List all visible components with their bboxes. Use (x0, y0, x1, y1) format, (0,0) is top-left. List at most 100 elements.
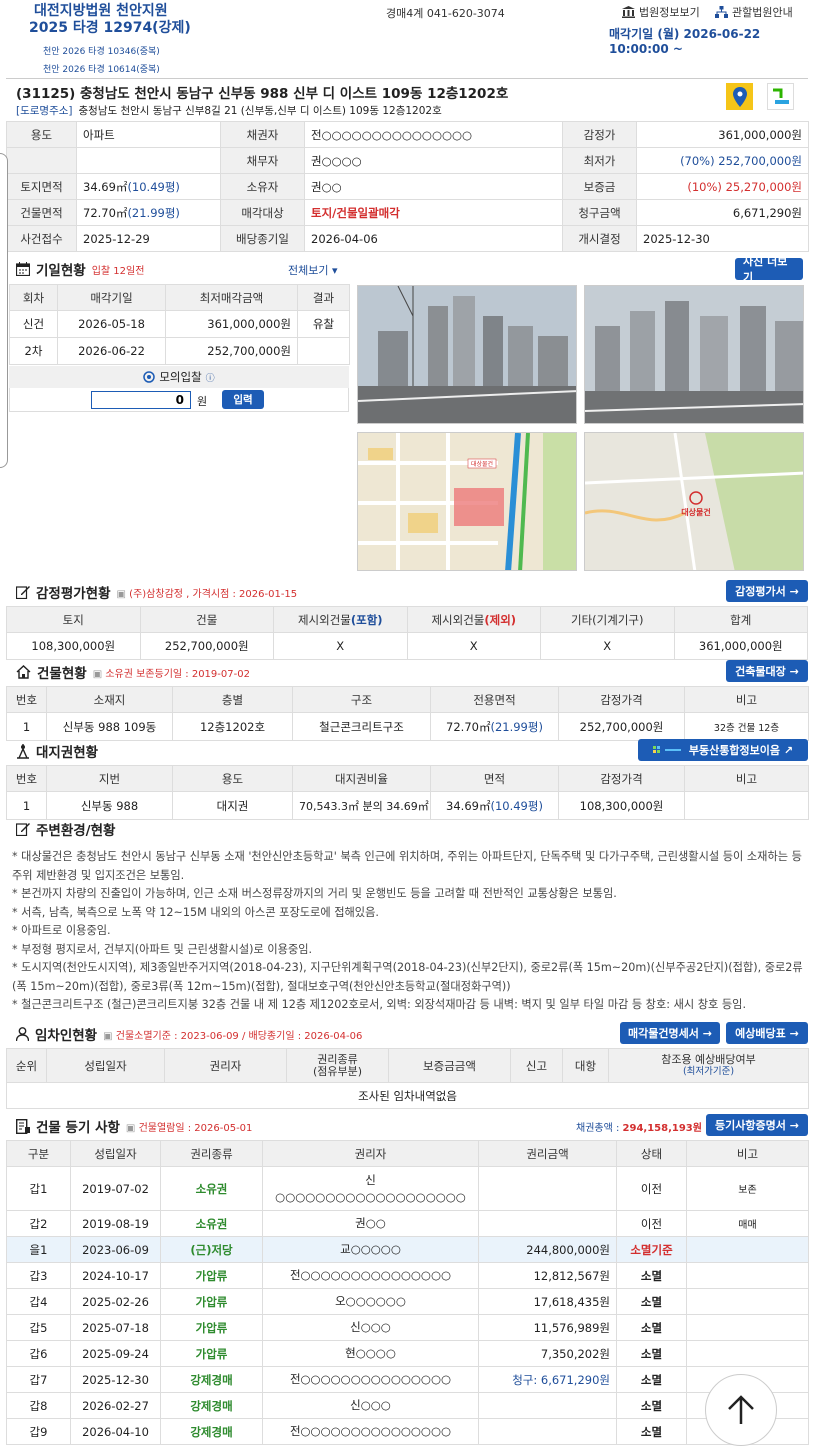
location-map[interactable]: 대상물건 (584, 432, 804, 571)
cell-s: 소멸기준 (616, 1236, 687, 1263)
road-address-tag: [도로명주소] (16, 105, 73, 117)
table-row: 을1 2023-06-09 (근)저당 교○○○○○ 244,800,000원 소멸기준 (6, 1236, 809, 1263)
value-min-price: (70%) 252,700,000원 (636, 147, 809, 174)
label-empty (6, 147, 77, 174)
cell-d: 2025-02-26 (70, 1288, 161, 1315)
cell-n: 보존 (686, 1166, 809, 1211)
cell-s: 소멸 (616, 1288, 687, 1315)
value-debtor: 권○○○○ (304, 147, 563, 174)
mock-bid-submit-button[interactable]: 입력 (222, 390, 264, 409)
appraisal-report-button[interactable]: 감정평가서 → (726, 580, 808, 602)
cell-t: 소유권 (160, 1166, 263, 1211)
col-price: 감정가격 (558, 686, 685, 713)
cell: 72.70㎡(21.99평) (430, 712, 559, 741)
label-owner: 소유자 (220, 173, 305, 200)
more-photos-button[interactable]: 사진 더보기 (735, 255, 803, 284)
property-photo-1[interactable] (357, 285, 577, 424)
surroundings-description: * 대상물건은 충청남도 천안시 동남구 신부동 소재 '천안신안초등학교' 북… (12, 848, 808, 1015)
realestate-info-button[interactable]: 부동산통합정보이음 ↗ (638, 739, 808, 761)
cell-s: 소멸 (616, 1418, 687, 1445)
cell-d: 2024-10-17 (70, 1262, 161, 1289)
cell-s: 소멸 (616, 1262, 687, 1289)
cell-d: 2025-09-24 (70, 1340, 161, 1367)
cell: 12층1202호 (172, 712, 293, 741)
col-building: 건물 (139, 606, 274, 633)
cell-k: 갑5 (6, 1314, 71, 1341)
cell-a (478, 1210, 617, 1237)
side-drawer-handle[interactable] (0, 153, 8, 468)
table-row: 갑7 2025-12-30 강제경매 전○○○○○○○○○○○○○○○ 청구: 6,67… (6, 1366, 809, 1393)
cell-t: 강제경매 (160, 1366, 263, 1393)
scroll-to-top-button[interactable] (705, 1374, 777, 1446)
land-right-table: 번호 지번 용도 대지권비율 면적 감정가격 비고 1 신부동 988 대지권 … (6, 765, 809, 820)
cell (684, 791, 809, 820)
cadastral-map[interactable]: 대상물건 (357, 432, 577, 571)
doc-icon: ▣ (92, 668, 103, 680)
cell-k: 갑3 (6, 1262, 71, 1289)
cell (297, 337, 350, 365)
case-number: 2025 타경 12974(강제) (29, 20, 191, 36)
related-case-2[interactable]: 천안 2026 타경 10614(중복) (43, 62, 160, 75)
cell: 1 (6, 712, 47, 741)
property-photo-2[interactable] (584, 285, 804, 424)
registry-certificate-button[interactable]: 등기사항증명서 → (706, 1114, 808, 1136)
cell-t: 소유권 (160, 1210, 263, 1237)
col-date: 성립일자 (70, 1140, 161, 1167)
cell: 2차 (9, 337, 58, 365)
mock-bid-header: 모의입찰 ⓘ (9, 366, 349, 388)
col-remarks: 비고 (684, 765, 809, 792)
map-pin-button[interactable] (726, 83, 753, 110)
appraisal-table: 토지 건물 제시외건물(포함) 제시외건물(제외) 기타(기계기구) 합계 10… (6, 606, 808, 660)
label-land-area: 토지면적 (6, 173, 77, 200)
col-status: 상태 (616, 1140, 687, 1167)
court-info-link[interactable]: 법원정보보기 (622, 4, 700, 20)
label-sale-target: 매각대상 (220, 199, 305, 226)
tenants-note: ▣ 건물소멸기준 : 2023-06-09 / 배당종기일 : 2026-04-… (103, 1030, 363, 1042)
info-icon[interactable]: ⓘ (206, 371, 215, 384)
mock-bid-input[interactable] (91, 391, 191, 409)
jurisdiction-link[interactable]: 관할법원안내 (715, 4, 793, 20)
cell-a: 11,576,989원 (478, 1314, 617, 1341)
sale-statement-button[interactable]: 매각물건명세서 → (620, 1022, 720, 1044)
desc-line: * 부정형 평지로서, 건부지(아파트 및 근린생활시설)로 이용중임. (12, 942, 313, 956)
caret-down-icon: ▾ (331, 264, 338, 277)
won-unit: 원 (197, 395, 208, 408)
col-no: 번호 (6, 765, 47, 792)
table-row: 갑4 2025-02-26 가압류 오○○○○○○ 17,618,435원 소멸 (6, 1288, 809, 1315)
cell-d: 2026-02-27 (70, 1392, 161, 1419)
cell: 유찰 (297, 310, 350, 338)
cell-s: 이전 (616, 1210, 687, 1237)
expected-dividend-button[interactable]: 예상배당표 → (726, 1022, 808, 1044)
cell-p: 전○○○○○○○○○○○○○○○ (262, 1262, 479, 1289)
cell-t: 가압류 (160, 1314, 263, 1341)
cell: 1 (6, 791, 47, 820)
cell-a (478, 1418, 617, 1445)
building-table: 번호 소재지 층별 구조 전용면적 감정가격 비고 1 신부동 988 109동… (6, 686, 809, 741)
cell-n (686, 1340, 809, 1367)
cell-n: 매매 (686, 1210, 809, 1237)
cell-n (686, 1314, 809, 1341)
table-row: 갑6 2025-09-24 가압류 현○○○○ 7,350,202원 소멸 (6, 1340, 809, 1367)
sale-date: 매각기일 (월) 2026-06-22 10:00:00 ~ (609, 27, 761, 56)
col-location: 소재지 (46, 686, 173, 713)
building-register-button[interactable]: 건축물대장 → (726, 660, 808, 682)
view-all-dropdown[interactable]: 전체보기 ▾ (288, 262, 338, 278)
map2-target-label: 대상물건 (681, 507, 710, 517)
building-title: 건물현황 ▣ 소유권 보존등기일 : 2019-07-02 (16, 662, 250, 682)
value-usage: 아파트 (76, 121, 221, 148)
naver-map-button[interactable] (767, 83, 794, 110)
cell: 108,300,000원 (558, 791, 685, 820)
survey-icon (16, 743, 30, 759)
cell: 361,000,000원 (673, 632, 808, 660)
col-opposition: 대항 (562, 1048, 609, 1083)
value-land-area: 34.69㎡(10.49평) (76, 173, 221, 200)
coins-icon (143, 371, 156, 383)
related-case-1[interactable]: 천안 2026 타경 10346(중복) (43, 44, 160, 57)
total-claims: 채권총액 : 294,158,193원 (576, 1123, 702, 1134)
cell-s: 이전 (616, 1166, 687, 1211)
edit-icon (16, 822, 30, 836)
cell-p: 전○○○○○○○○○○○○○○○ (262, 1418, 479, 1445)
doc-icon: ▣ (103, 1030, 113, 1042)
bank-icon (622, 6, 635, 18)
calendar-icon (16, 262, 30, 276)
